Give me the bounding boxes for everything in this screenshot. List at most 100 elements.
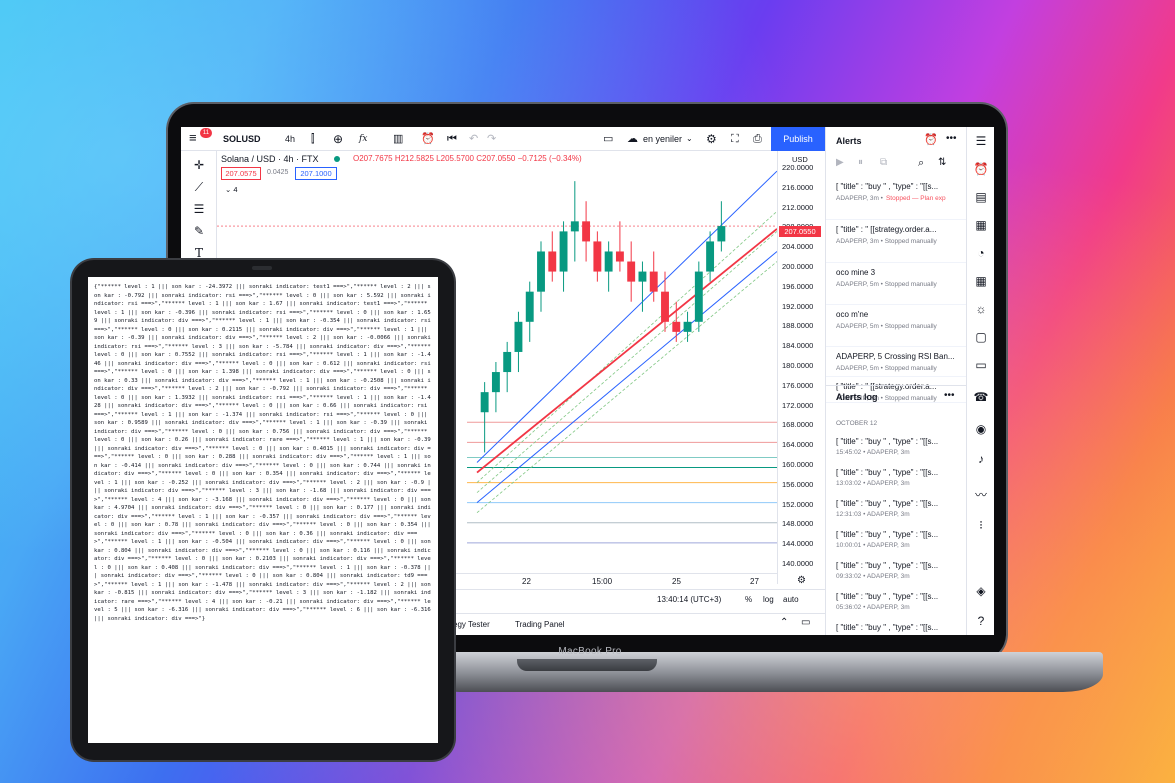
brush-icon[interactable]: ✎	[190, 223, 208, 239]
search-icon[interactable]: ⌕	[918, 157, 924, 170]
add-compare-icon[interactable]: ⊕	[333, 131, 343, 147]
goto-settings-icon[interactable]: ⚙	[797, 575, 806, 586]
candle-type-icon[interactable]: ⫿	[311, 131, 315, 147]
redo-icon[interactable]: ↷	[487, 131, 496, 147]
order-panel-icon[interactable]: ⁝	[973, 517, 989, 533]
candle-body	[717, 226, 726, 242]
price-tick: 216.0000	[782, 182, 814, 192]
alert-item[interactable]: [ "title" : " [[strategy.order.a... ADAPE…	[826, 220, 967, 263]
candle-body	[706, 241, 715, 272]
bell-icon[interactable]: ♪	[973, 451, 989, 467]
settings-gear-icon[interactable]: ⚙	[706, 131, 717, 147]
alert-title: ADAPERP, 5 Crossing RSI Ban...	[836, 352, 955, 361]
broadcast-icon[interactable]: ◉	[973, 421, 989, 437]
log-entry-title[interactable]: [ "title" : "buy " , "type" : "[[s...	[836, 592, 938, 601]
alert-subtitle: ADAPERP, 3m • Stopped — Plan exp	[836, 195, 946, 202]
sort-icon[interactable]: ⇅	[938, 157, 946, 168]
candle-body	[537, 251, 545, 292]
tablet-screen: {"****** level : 1 ||| son kar : -24.397…	[88, 277, 438, 743]
indicators-button[interactable]: fx	[359, 131, 367, 147]
trend-icon[interactable]: 〰	[973, 487, 989, 503]
clone-icon[interactable]: ⧉	[880, 157, 887, 168]
help-icon[interactable]: ?	[973, 613, 989, 629]
candle-body	[661, 291, 669, 322]
alert-item[interactable]: ADAPERP, 5 Crossing RSI Ban... ADAPERP, 5…	[826, 347, 967, 377]
log-toggle[interactable]: log	[763, 595, 774, 604]
auto-toggle[interactable]: auto	[783, 595, 799, 604]
fullscreen-icon[interactable]: ⛶	[731, 131, 739, 147]
alert-item[interactable]: [ "title" : "buy " , "type" : "[[s... ADA…	[826, 177, 967, 220]
tab-trading-panel[interactable]: Trading Panel	[515, 620, 565, 629]
candle-body	[503, 351, 512, 373]
percent-toggle[interactable]: %	[745, 595, 752, 604]
more-options-icon[interactable]: •••	[946, 133, 957, 144]
log-entry-title[interactable]: [ "title" : "buy " , "type" : "[[s...	[836, 561, 938, 570]
price-tick: 164.0000	[782, 440, 814, 450]
notification-badge: 11	[200, 128, 212, 138]
maximize-panel-icon[interactable]: ▭	[801, 617, 810, 628]
chevron-up-icon[interactable]: ⌃	[780, 617, 788, 628]
templates-icon[interactable]: ▥	[393, 131, 403, 147]
pie-chart-icon[interactable]: ◔	[973, 245, 989, 261]
publish-button[interactable]: Publish	[771, 127, 825, 151]
regression-channel-line	[476, 261, 777, 514]
clock[interactable]: 13:40:14 (UTC+3)	[657, 595, 721, 604]
alert-title: oco m'ne	[836, 310, 869, 319]
pause-icon[interactable]: ⏸	[858, 157, 863, 168]
alert-item[interactable]: oco mine 3 ADAPERP, 5m • Stopped manually	[826, 263, 967, 305]
alert-status: Stopped — Plan exp	[885, 195, 946, 202]
more-options-icon[interactable]: •••	[944, 390, 955, 401]
undo-icon[interactable]: ↶	[469, 131, 478, 147]
watchlist-icon[interactable]: ☰	[973, 133, 989, 149]
notifications-icon[interactable]: ☎	[973, 389, 989, 405]
laptop-brand-label: MacBook Pro	[558, 646, 622, 657]
candle-body	[582, 221, 591, 242]
price-tick: 156.0000	[782, 479, 814, 489]
alert-add-icon[interactable]: ⏰	[421, 131, 435, 147]
alert-log-text: {"****** level : 1 ||| son kar : -24.397…	[94, 284, 435, 622]
log-entry-time: 12:31:03 • ADAPERP, 3m	[836, 511, 910, 518]
alerts-clock-icon[interactable]: ⏰	[973, 161, 989, 177]
alert-title: oco mine 3	[836, 268, 876, 277]
price-tick: 220.0000	[782, 163, 814, 172]
log-entry-title[interactable]: [ "title" : "buy " , "type" : "[[s...	[836, 499, 938, 508]
layers-icon[interactable]: ◈	[973, 583, 989, 599]
candle-body	[638, 271, 647, 282]
chevron-down-icon[interactable]: ⌄	[686, 131, 693, 147]
alerts-log-title: Alerts log	[836, 392, 878, 402]
candle-body	[593, 241, 602, 272]
add-alert-icon[interactable]: ⏰	[924, 133, 938, 146]
log-entry-title[interactable]: [ "title" : "buy " , "type" : "[[s...	[836, 530, 938, 539]
text-tool-icon[interactable]: T	[190, 245, 208, 261]
replay-icon[interactable]: ⏮	[447, 131, 457, 147]
alert-subtitle: ADAPERP, 5m • Stopped manually	[836, 281, 937, 288]
symbol-search-button[interactable]: SOLUSD	[223, 131, 261, 147]
log-entry-title[interactable]: [ "title" : "buy " , "type" : "[[s...	[836, 623, 938, 632]
news-icon[interactable]: ▦	[973, 217, 989, 233]
log-entry-title[interactable]: [ "title" : "buy " , "type" : "[[s...	[836, 468, 938, 477]
menu-icon[interactable]: ≡	[189, 130, 197, 146]
play-icon[interactable]: ▶	[836, 157, 844, 168]
interval-button[interactable]: 4h	[285, 131, 295, 147]
cloud-icon[interactable]: ☁	[627, 131, 638, 147]
crosshair-icon[interactable]: ✛	[190, 157, 208, 173]
fib-lines-icon[interactable]: ☰	[190, 201, 208, 217]
tab-strategy-tester[interactable]: egy Tester	[453, 620, 490, 629]
chat-icon[interactable]: ▢	[973, 329, 989, 345]
candle-body	[649, 271, 658, 292]
camera-icon[interactable]: ⎙	[753, 131, 762, 147]
data-window-icon[interactable]: ▤	[973, 189, 989, 205]
candle-body	[570, 221, 579, 232]
alert-item[interactable]: oco m'ne ADAPERP, 5m • Stopped manually	[826, 305, 967, 347]
trendline-icon[interactable]: ⟋	[190, 179, 208, 195]
messages-icon[interactable]: ▭	[973, 357, 989, 373]
alert-title: [ "title" : "buy " , "type" : "[[s...	[836, 182, 939, 191]
price-axis[interactable]: USD 220.0000216.0000212.0000208.0000204.…	[777, 151, 825, 584]
layout-select-icon[interactable]: ▭	[603, 131, 613, 147]
price-tick: 176.0000	[782, 380, 814, 390]
idea-bulb-icon[interactable]: ☼	[973, 301, 989, 317]
current-price-label: 207.0550	[779, 226, 821, 237]
layout-name[interactable]: en yeniler	[643, 131, 682, 147]
log-entry-title[interactable]: [ "title" : "buy " , "type" : "[[s...	[836, 437, 938, 446]
calendar-icon[interactable]: ▦	[973, 273, 989, 289]
